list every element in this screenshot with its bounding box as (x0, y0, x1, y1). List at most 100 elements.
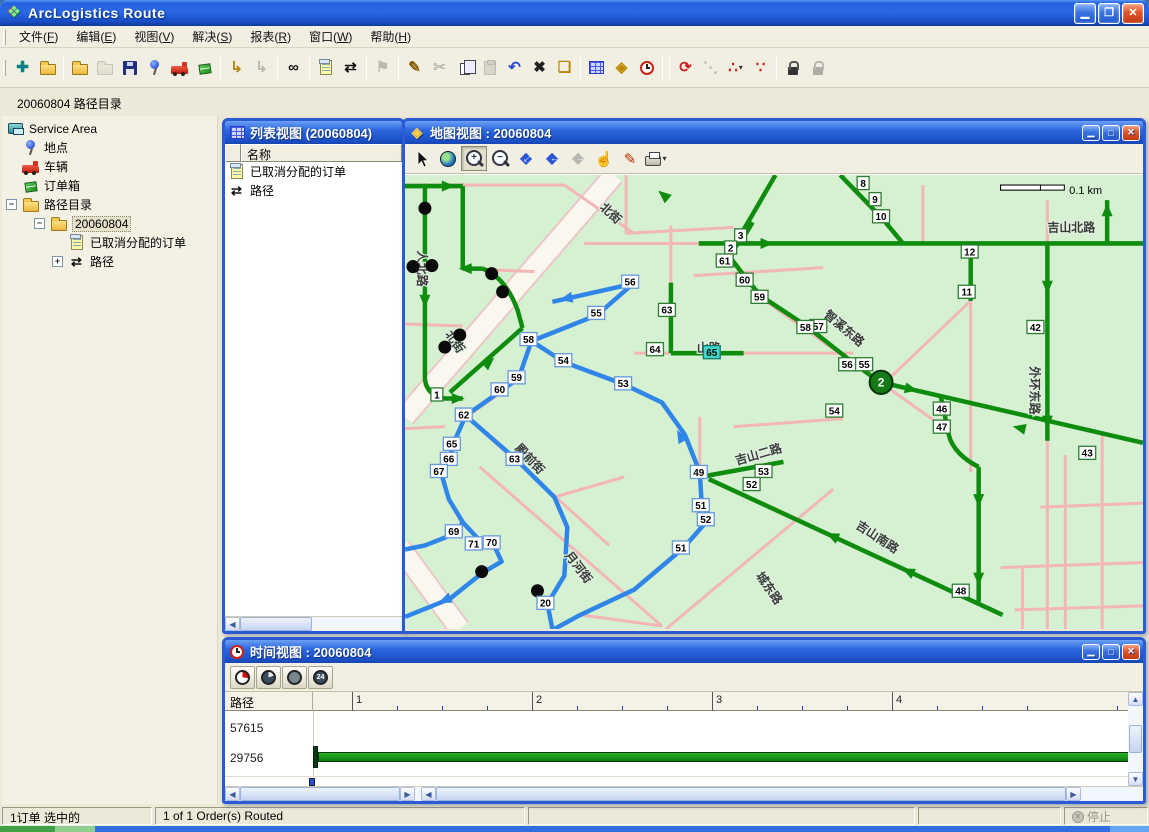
dropdown-caret-icon[interactable]: ▾ (739, 63, 743, 72)
order-dot[interactable] (453, 329, 466, 342)
menu-edit[interactable]: 编辑(E) (67, 25, 125, 48)
orders-notebook-button[interactable] (313, 55, 338, 81)
map-view-button[interactable]: ◈ (609, 55, 634, 81)
order-dot[interactable] (496, 285, 509, 298)
properties-button[interactable]: ✎ (402, 55, 427, 81)
scroll-thumb[interactable] (240, 787, 400, 801)
tree-item-locations[interactable]: 地点 (2, 138, 217, 157)
list-row-已取消分配的订单[interactable]: 已取消分配的订单 (225, 162, 402, 181)
tree-item-folder-20060804[interactable]: −20060804 (2, 214, 217, 233)
paste-into-button[interactable]: ❏ (552, 55, 577, 81)
menu-view[interactable]: 视图(V) (125, 25, 183, 48)
delete-button[interactable]: ✖ (527, 55, 552, 81)
previous-extent-tool-button[interactable]: ◆← (539, 146, 565, 171)
time-scale-full-button[interactable] (282, 666, 307, 689)
new-order-button[interactable] (192, 55, 217, 81)
time-scale-half-button[interactable] (256, 666, 281, 689)
order-dot[interactable] (485, 267, 498, 280)
menu-reports[interactable]: 报表(R) (241, 25, 300, 48)
scroll-left-icon[interactable]: ◀ (225, 787, 240, 801)
new-vehicle-button[interactable] (167, 55, 192, 81)
close-button[interactable]: ✕ (1122, 3, 1144, 24)
order-dot[interactable] (531, 584, 544, 597)
map-minimize-button[interactable]: ▁ (1082, 125, 1100, 141)
import-orders-button[interactable]: ↳ (224, 55, 249, 81)
solve-routes-button[interactable]: ⟳ (673, 55, 698, 81)
menu-help[interactable]: 帮助(H) (361, 25, 420, 48)
menu-grip[interactable] (3, 29, 6, 45)
draw-tool-button[interactable]: ✎ (617, 146, 643, 171)
time-cursor-marker[interactable] (309, 778, 315, 786)
map-close-button[interactable]: ✕ (1122, 125, 1140, 141)
time-close-button[interactable]: ✕ (1122, 644, 1140, 660)
scroll-right-icon[interactable]: ▶ (400, 787, 415, 801)
scroll-left-icon[interactable]: ◀ (421, 787, 436, 801)
new-service-area-button[interactable]: ✚ (10, 55, 35, 81)
order-dot[interactable] (406, 260, 419, 273)
menu-window[interactable]: 窗口(W) (300, 25, 361, 48)
time-view-button[interactable] (634, 55, 659, 81)
time-column-routes[interactable]: 路径 (225, 692, 313, 711)
tree-item-unassigned-orders[interactable]: 已取消分配的订单 (2, 233, 217, 252)
gantt-bar-route-29756[interactable] (318, 752, 1129, 762)
scroll-left-icon[interactable]: ◀ (225, 617, 240, 631)
scroll-right-icon[interactable]: ▶ (1066, 787, 1081, 801)
map-maximize-button[interactable]: □ (1102, 125, 1120, 141)
time-scale-24hour-button[interactable]: 24 (308, 666, 333, 689)
time-horizontal-scrollbar[interactable]: ◀ ▶ ◀ ▶ (225, 786, 1143, 801)
save-button[interactable] (117, 55, 142, 81)
select-tool-button[interactable] (409, 146, 435, 171)
lock-button[interactable] (780, 55, 805, 81)
new-location-button[interactable] (142, 55, 167, 81)
scroll-thumb[interactable] (1129, 725, 1142, 753)
collapse-icon[interactable]: − (6, 199, 17, 210)
scroll-thumb[interactable] (436, 787, 1066, 801)
routes-tool-button[interactable]: ⇄ (338, 55, 363, 81)
time-minimize-button[interactable]: ▁ (1082, 644, 1100, 660)
list-view-titlebar[interactable]: 列表视图 (20060804) (225, 121, 402, 144)
map-view-titlebar[interactable]: ◈ 地图视图 : 20060804 ▁ □ ✕ (405, 121, 1143, 144)
scroll-up-icon[interactable]: ▲ (1128, 692, 1143, 706)
list-horizontal-scrollbar[interactable]: ◀ (225, 616, 402, 631)
list-view-button[interactable] (584, 55, 609, 81)
order-dot[interactable] (418, 202, 431, 215)
order-dot[interactable] (425, 259, 438, 272)
route-row-29756[interactable]: 29756 (230, 751, 263, 765)
minimize-button[interactable]: ▁ (1074, 3, 1096, 24)
list-column-blank[interactable] (225, 144, 241, 162)
copy-button[interactable] (452, 55, 477, 81)
restore-button[interactable]: ❐ (1098, 3, 1120, 24)
list-column-name[interactable]: 名称 (241, 144, 402, 162)
undo-button[interactable]: ↶ (502, 55, 527, 81)
pan-tool-button[interactable]: ☝ (591, 146, 617, 171)
time-view-titlebar[interactable]: 时间视图 : 20060804 ▁ □ ✕ (225, 640, 1143, 663)
time-vertical-scrollbar[interactable]: ▲ ▼ (1128, 692, 1143, 786)
scroll-thumb[interactable] (240, 617, 312, 631)
map-canvas[interactable]: 北街人北路吉山北路外环东路智溪东路山路殿前街月河街城东路吉山南路吉山二路北街28… (405, 174, 1143, 629)
open-project-button[interactable] (35, 55, 60, 81)
find-button[interactable]: ∞ (281, 55, 306, 81)
expand-icon[interactable]: + (52, 256, 63, 267)
zoom-out-tool-button[interactable] (487, 146, 513, 171)
tree-item-order-box[interactable]: 订单箱 (2, 176, 217, 195)
tree-item-service-area[interactable]: Service Area (2, 119, 217, 138)
scroll-down-icon[interactable]: ▼ (1128, 772, 1143, 786)
menu-solve[interactable]: 解决(S) (183, 25, 241, 48)
route-row-57615[interactable]: 57615 (230, 721, 263, 735)
order-dot[interactable] (475, 565, 488, 578)
time-maximize-button[interactable]: □ (1102, 644, 1120, 660)
route-network-alt-button[interactable]: ∵ (748, 55, 773, 81)
print-dropdown-caret-icon[interactable]: ▾ (662, 154, 666, 163)
zoom-in-tool-button[interactable] (461, 146, 487, 171)
toolbar-grip[interactable] (3, 60, 6, 76)
print-tool-button[interactable]: ▾ (643, 146, 669, 171)
new-folder-button[interactable] (67, 55, 92, 81)
tree-item-vehicles[interactable]: 车辆 (2, 157, 217, 176)
time-scale-quarter-button[interactable] (230, 666, 255, 689)
order-dot[interactable] (438, 341, 451, 354)
collapse-icon[interactable]: − (34, 218, 45, 229)
tree-item-route-folder[interactable]: −路径目录 (2, 195, 217, 214)
menu-file[interactable]: 文件(F) (10, 25, 67, 48)
list-row-路径[interactable]: ⇄路径 (225, 181, 402, 200)
route-network-button[interactable]: ∴▾ (723, 55, 748, 81)
